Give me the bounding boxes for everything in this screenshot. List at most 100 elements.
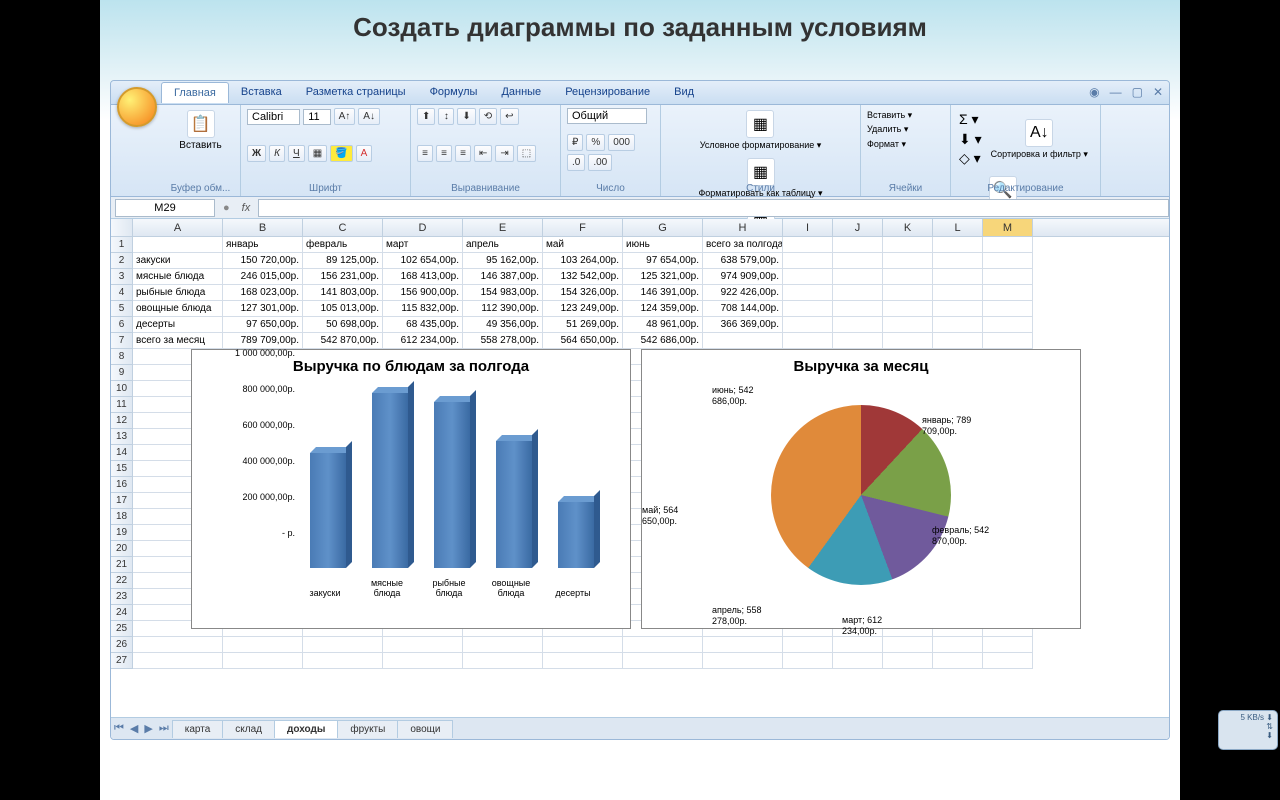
spreadsheet-grid[interactable]: ABCDEFGHIJKLM 1январьфевральмартапрельма…: [111, 219, 1169, 739]
cell[interactable]: 974 909,00р.: [703, 269, 783, 285]
cell[interactable]: [133, 653, 223, 669]
cell[interactable]: [983, 285, 1033, 301]
cell[interactable]: [933, 253, 983, 269]
row-header[interactable]: 6: [111, 317, 133, 333]
cell[interactable]: 156 231,00р.: [303, 269, 383, 285]
cell[interactable]: [833, 285, 883, 301]
paste-button[interactable]: 📋 Вставить: [167, 108, 234, 153]
pie-chart[interactable]: Выручка за месяц январь; 789709,00р.февр…: [641, 349, 1081, 629]
row-header[interactable]: 3: [111, 269, 133, 285]
cell[interactable]: рыбные блюда: [133, 285, 223, 301]
col-header[interactable]: E: [463, 219, 543, 236]
cell[interactable]: [983, 317, 1033, 333]
align-right-button[interactable]: ≡: [455, 145, 471, 162]
ribbon-tab-2[interactable]: Разметка страницы: [294, 82, 418, 103]
cell[interactable]: 97 654,00р.: [623, 253, 703, 269]
cell[interactable]: 141 803,00р.: [303, 285, 383, 301]
cell[interactable]: [933, 237, 983, 253]
col-header[interactable]: C: [303, 219, 383, 236]
cell[interactable]: 124 359,00р.: [623, 301, 703, 317]
cell[interactable]: [983, 653, 1033, 669]
cell[interactable]: [223, 653, 303, 669]
row-header[interactable]: 14: [111, 445, 133, 461]
cell[interactable]: июнь: [623, 237, 703, 253]
orientation-button[interactable]: ⟲: [479, 108, 497, 125]
cell[interactable]: [783, 637, 833, 653]
cell[interactable]: [883, 637, 933, 653]
fx-cancel-icon[interactable]: ●: [219, 202, 234, 214]
network-widget[interactable]: 5 KB/s ⬇⇅⬇: [1218, 710, 1278, 750]
cell[interactable]: [883, 653, 933, 669]
align-center-button[interactable]: ≡: [436, 145, 452, 162]
cell[interactable]: [783, 237, 833, 253]
cell[interactable]: 125 321,00р.: [623, 269, 703, 285]
row-header[interactable]: 13: [111, 429, 133, 445]
cell[interactable]: [783, 653, 833, 669]
row-header[interactable]: 8: [111, 349, 133, 365]
cell[interactable]: [623, 637, 703, 653]
col-header[interactable]: G: [623, 219, 703, 236]
cell[interactable]: [463, 637, 543, 653]
sheet-nav-last[interactable]: ⏭: [156, 722, 172, 735]
fill-button[interactable]: ⬇ ▾: [959, 130, 982, 150]
row-header[interactable]: 21: [111, 557, 133, 573]
cell[interactable]: [783, 285, 833, 301]
cell[interactable]: всего за полгода: [703, 237, 783, 253]
cell[interactable]: 154 983,00р.: [463, 285, 543, 301]
cell[interactable]: 115 832,00р.: [383, 301, 463, 317]
font-color-button[interactable]: A: [356, 145, 373, 162]
cell[interactable]: [933, 301, 983, 317]
cell[interactable]: 564 650,00р.: [543, 333, 623, 349]
cell[interactable]: 542 686,00р.: [623, 333, 703, 349]
cell[interactable]: 638 579,00р.: [703, 253, 783, 269]
cell[interactable]: [833, 253, 883, 269]
cell[interactable]: [133, 237, 223, 253]
ribbon-tab-1[interactable]: Вставка: [229, 82, 294, 103]
fill-color-button[interactable]: 🪣: [330, 145, 352, 162]
cell[interactable]: [933, 269, 983, 285]
row-header[interactable]: 4: [111, 285, 133, 301]
restore-icon[interactable]: ▢: [1132, 85, 1143, 99]
cell[interactable]: [783, 253, 833, 269]
sheet-nav-prev[interactable]: ◀: [127, 722, 141, 735]
cell[interactable]: [783, 301, 833, 317]
row-header[interactable]: 19: [111, 525, 133, 541]
align-bottom-button[interactable]: ⬇: [457, 108, 475, 125]
cell[interactable]: февраль: [303, 237, 383, 253]
row-header[interactable]: 12: [111, 413, 133, 429]
ribbon-tab-3[interactable]: Формулы: [418, 82, 490, 103]
autosum-button[interactable]: Σ ▾: [959, 110, 982, 130]
number-format-select[interactable]: Общий: [567, 108, 647, 124]
align-top-button[interactable]: ⬆: [417, 108, 435, 125]
insert-cells-button[interactable]: Вставить ▾: [867, 108, 944, 122]
cell[interactable]: 542 870,00р.: [303, 333, 383, 349]
formula-input[interactable]: [258, 199, 1169, 217]
cell[interactable]: 103 264,00р.: [543, 253, 623, 269]
cell[interactable]: апрель: [463, 237, 543, 253]
cell[interactable]: мясные блюда: [133, 269, 223, 285]
cell[interactable]: [783, 333, 833, 349]
cell[interactable]: [303, 637, 383, 653]
cell[interactable]: [833, 317, 883, 333]
cell[interactable]: [983, 253, 1033, 269]
row-header[interactable]: 22: [111, 573, 133, 589]
cell[interactable]: закуски: [133, 253, 223, 269]
row-header[interactable]: 15: [111, 461, 133, 477]
cell[interactable]: 708 144,00р.: [703, 301, 783, 317]
sheet-tab[interactable]: овощи: [397, 720, 453, 738]
ribbon-tab-6[interactable]: Вид: [662, 82, 706, 103]
cell[interactable]: январь: [223, 237, 303, 253]
indent-inc-button[interactable]: ⇥: [495, 145, 513, 162]
cell[interactable]: [983, 237, 1033, 253]
cell[interactable]: [883, 317, 933, 333]
sheet-nav-first[interactable]: ⏮: [111, 722, 127, 735]
cell[interactable]: [783, 269, 833, 285]
row-header[interactable]: 5: [111, 301, 133, 317]
merge-button[interactable]: ⬚: [517, 145, 536, 162]
row-header[interactable]: 10: [111, 381, 133, 397]
row-header[interactable]: 23: [111, 589, 133, 605]
cell[interactable]: [933, 653, 983, 669]
row-header[interactable]: 24: [111, 605, 133, 621]
cell[interactable]: [883, 285, 933, 301]
cell[interactable]: 156 900,00р.: [383, 285, 463, 301]
